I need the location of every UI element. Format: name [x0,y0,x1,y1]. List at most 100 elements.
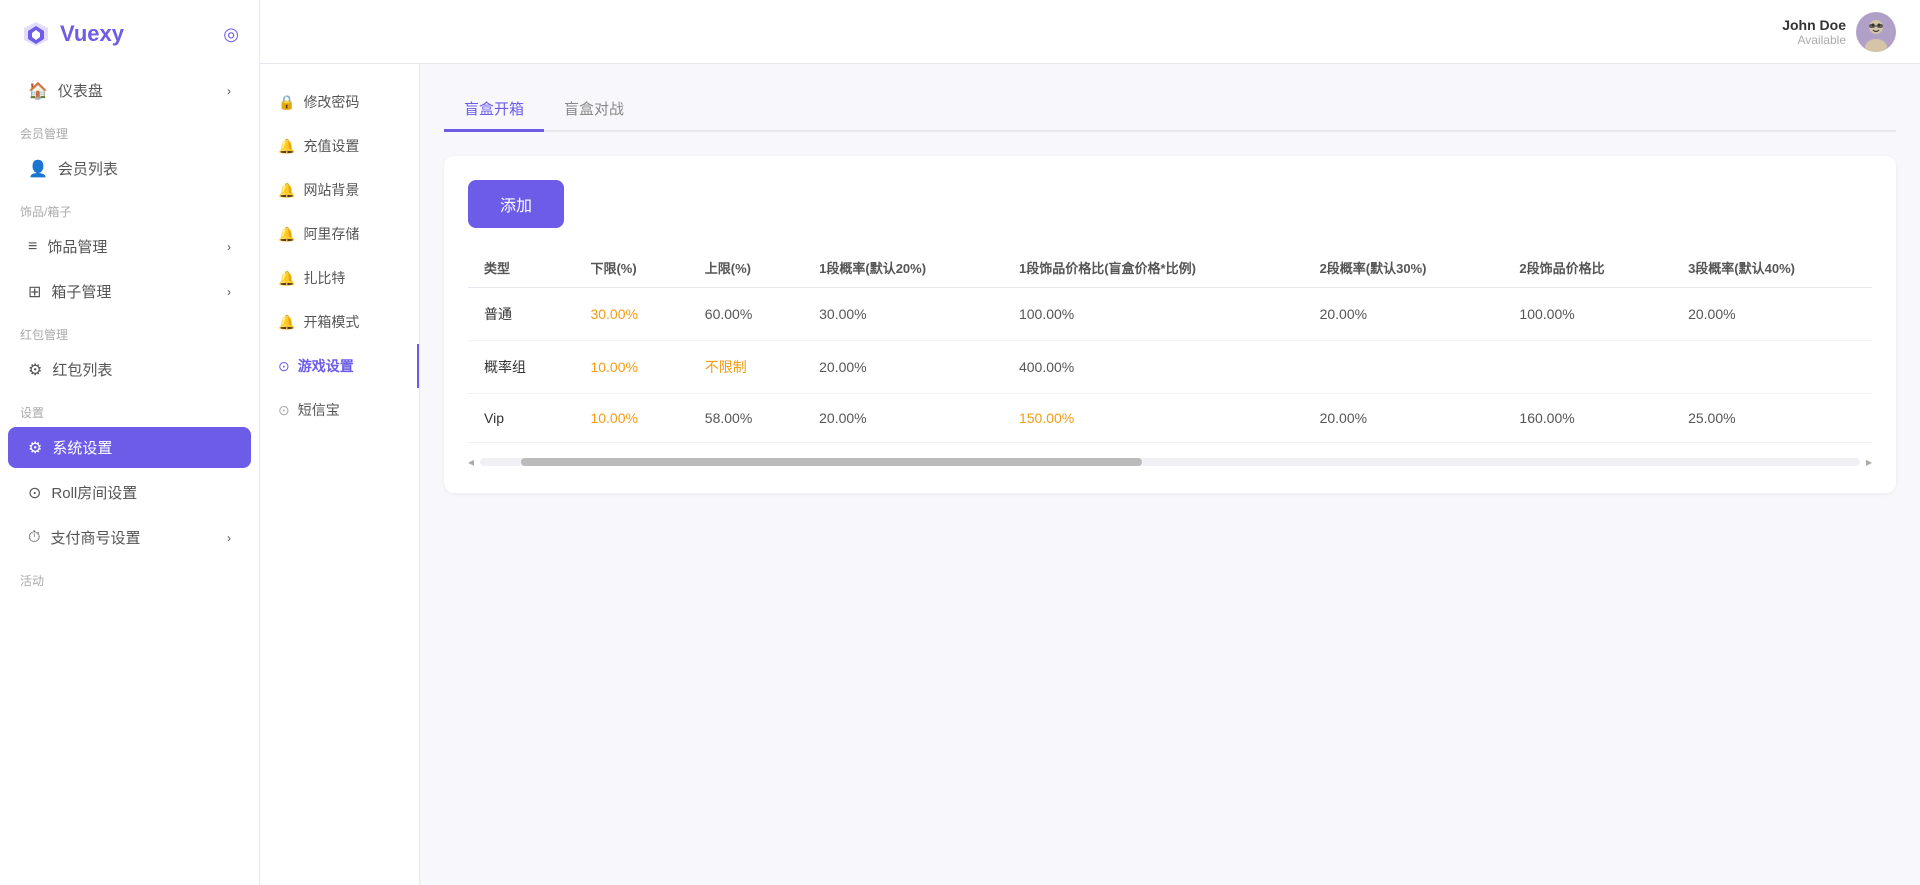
col-prob2: 2段概率(默认30%) [1304,248,1504,288]
sub-sidebar-website-bg[interactable]: 🔔 网站背景 [260,168,419,212]
cell-prob3-2: 25.00% [1672,394,1872,443]
scrollbar-thumb[interactable] [521,458,1142,466]
cell-prob3-1 [1672,341,1872,394]
cell-upper-2: 58.00% [689,394,803,443]
scroll-right-arrow[interactable]: ▸ [1866,455,1872,469]
sidebar-item-payment[interactable]: ⏱ 支付商号设置 › [8,517,251,558]
chevron-right-icon-2: › [227,240,231,254]
sidebar-label-system-settings: 系统设置 [52,437,112,458]
section-label-redpack: 红包管理 [0,314,259,347]
top-bar: John Doe Available [260,0,1920,64]
table-row: Vip 10.00% 58.00% 20.00% 150.00% 20.00% … [468,394,1872,443]
col-upper: 上限(%) [689,248,803,288]
box-icon: ⊞ [28,282,41,302]
cell-price2-2: 160.00% [1503,394,1672,443]
main-area: John Doe Available [260,0,1920,885]
bell-icon-4: 🔔 [278,270,295,287]
cell-prob1-0: 30.00% [803,288,1003,341]
sub-sidebar-change-password[interactable]: 🔒 修改密码 [260,80,419,124]
avatar-image [1856,12,1896,52]
user-name: John Doe [1782,17,1846,33]
col-price1: 1段饰品价格比(盲盒价格*比例) [1003,248,1304,288]
sidebar-item-member-list[interactable]: 👤 会员列表 [8,148,251,189]
sidebar-item-system-settings[interactable]: ⚙ 系统设置 [8,427,251,468]
vuexy-logo [20,18,52,50]
section-label-jewelry: 饰品/箱子 [0,191,259,224]
chevron-right-icon-3: › [227,285,231,299]
cell-prob2-1 [1304,341,1504,394]
section-label-settings: 设置 [0,392,259,425]
logo-text: Vuexy [60,21,124,47]
sub-label-ali-storage: 阿里存储 [303,224,359,244]
sub-sidebar-recharge[interactable]: 🔔 充值设置 [260,124,419,168]
main-card: 添加 类型 下限(%) 上限(%) 1段概率(默认20%) 1段饰品价格比(盲盒… [444,156,1896,493]
bell-icon-5: 🔔 [278,314,295,331]
circle-icon-2: ⊙ [278,358,290,375]
cell-price2-0: 100.00% [1503,288,1672,341]
circle-icon: ⊙ [28,483,41,503]
table-row: 概率组 10.00% 不限制 20.00% 400.00% [468,341,1872,394]
sidebar-item-roll-room[interactable]: ⊙ Roll房间设置 [8,472,251,513]
tab-blind-box-open[interactable]: 盲盒开箱 [444,88,544,132]
settings-icon: ⚙ [28,438,42,458]
home-icon: 🏠 [28,81,48,101]
col-prob3: 3段概率(默认40%) [1672,248,1872,288]
sub-sidebar-game-settings[interactable]: ⊙ 游戏设置 [260,344,419,388]
user-info: John Doe Available [1782,12,1896,52]
cell-price1-2: 150.00% [1003,394,1304,443]
cell-upper-1: 不限制 [689,341,803,394]
bell-icon-1: 🔔 [278,138,295,155]
scroll-left-arrow[interactable]: ◂ [468,455,474,469]
sub-label-game-settings: 游戏设置 [298,356,354,376]
col-type: 类型 [468,248,574,288]
sub-label-open-mode: 开箱模式 [303,312,359,332]
sidebar-label-redpack-list: 红包列表 [52,359,112,380]
sub-sidebar-zhabiite[interactable]: 🔔 扎比特 [260,256,419,300]
sidebar-label-box-mgmt: 箱子管理 [51,281,111,302]
cell-price1-1: 400.00% [1003,341,1304,394]
sub-sidebar-open-mode[interactable]: 🔔 开箱模式 [260,300,419,344]
page-content: 盲盒开箱 盲盒对战 添加 类型 下限(%) 上限(%) 1段概率(默认20%) [420,64,1920,885]
target-icon[interactable]: ◎ [223,24,239,45]
scrollbar-row: ◂ ▸ [468,455,1872,469]
cell-upper-0: 60.00% [689,288,803,341]
sidebar-item-jewelry-mgmt[interactable]: ≡ 饰品管理 › [8,226,251,267]
cell-lower-2: 10.00% [574,394,688,443]
cell-prob2-0: 20.00% [1304,288,1504,341]
avatar[interactable] [1856,12,1896,52]
sub-sidebar-ali-storage[interactable]: 🔔 阿里存储 [260,212,419,256]
sidebar-label-dashboard: 仪表盘 [58,80,103,101]
cell-lower-1: 10.00% [574,341,688,394]
sidebar-item-dashboard[interactable]: 🏠 仪表盘 › [8,70,251,111]
sidebar-item-box-mgmt[interactable]: ⊞ 箱子管理 › [8,271,251,312]
sub-label-change-password: 修改密码 [303,92,359,112]
content-wrapper: 🔒 修改密码 🔔 充值设置 🔔 网站背景 🔔 阿里存储 🔔 扎比特 🔔 [260,64,1920,885]
user-text: John Doe Available [1782,17,1846,47]
cell-price2-1 [1503,341,1672,394]
sub-sidebar-sms[interactable]: ⊙ 短信宝 [260,388,419,432]
cell-type-0: 普通 [468,288,574,341]
bell-icon-3: 🔔 [278,226,295,243]
cell-type-2: Vip [468,394,574,443]
chevron-right-icon-4: › [227,531,231,545]
sub-sidebar: 🔒 修改密码 🔔 充值设置 🔔 网站背景 🔔 阿里存储 🔔 扎比特 🔔 [260,64,420,885]
cell-prob1-1: 20.00% [803,341,1003,394]
cell-type-1: 概率组 [468,341,574,394]
section-label-activity: 活动 [0,560,259,593]
col-lower: 下限(%) [574,248,688,288]
sidebar-item-redpack-list[interactable]: ⚙ 红包列表 [8,349,251,390]
data-table: 类型 下限(%) 上限(%) 1段概率(默认20%) 1段饰品价格比(盲盒价格*… [468,248,1872,443]
sub-label-sms: 短信宝 [298,400,340,420]
user-status: Available [1782,33,1846,47]
cell-lower-0: 30.00% [574,288,688,341]
chevron-right-icon: › [227,84,231,98]
tab-blind-box-battle[interactable]: 盲盒对战 [544,88,644,132]
sidebar-label-payment: 支付商号设置 [50,527,140,548]
sidebar-label-member-list: 会员列表 [58,158,118,179]
tabs-bar: 盲盒开箱 盲盒对战 [444,88,1896,132]
cell-prob1-2: 20.00% [803,394,1003,443]
add-button[interactable]: 添加 [468,180,564,228]
sidebar: Vuexy ◎ 🏠 仪表盘 › 会员管理 👤 会员列表 饰品/箱子 ≡ 饰品管理… [0,0,260,885]
clock-icon: ⏱ [28,529,40,547]
table-body: 普通 30.00% 60.00% 30.00% 100.00% 20.00% 1… [468,288,1872,443]
